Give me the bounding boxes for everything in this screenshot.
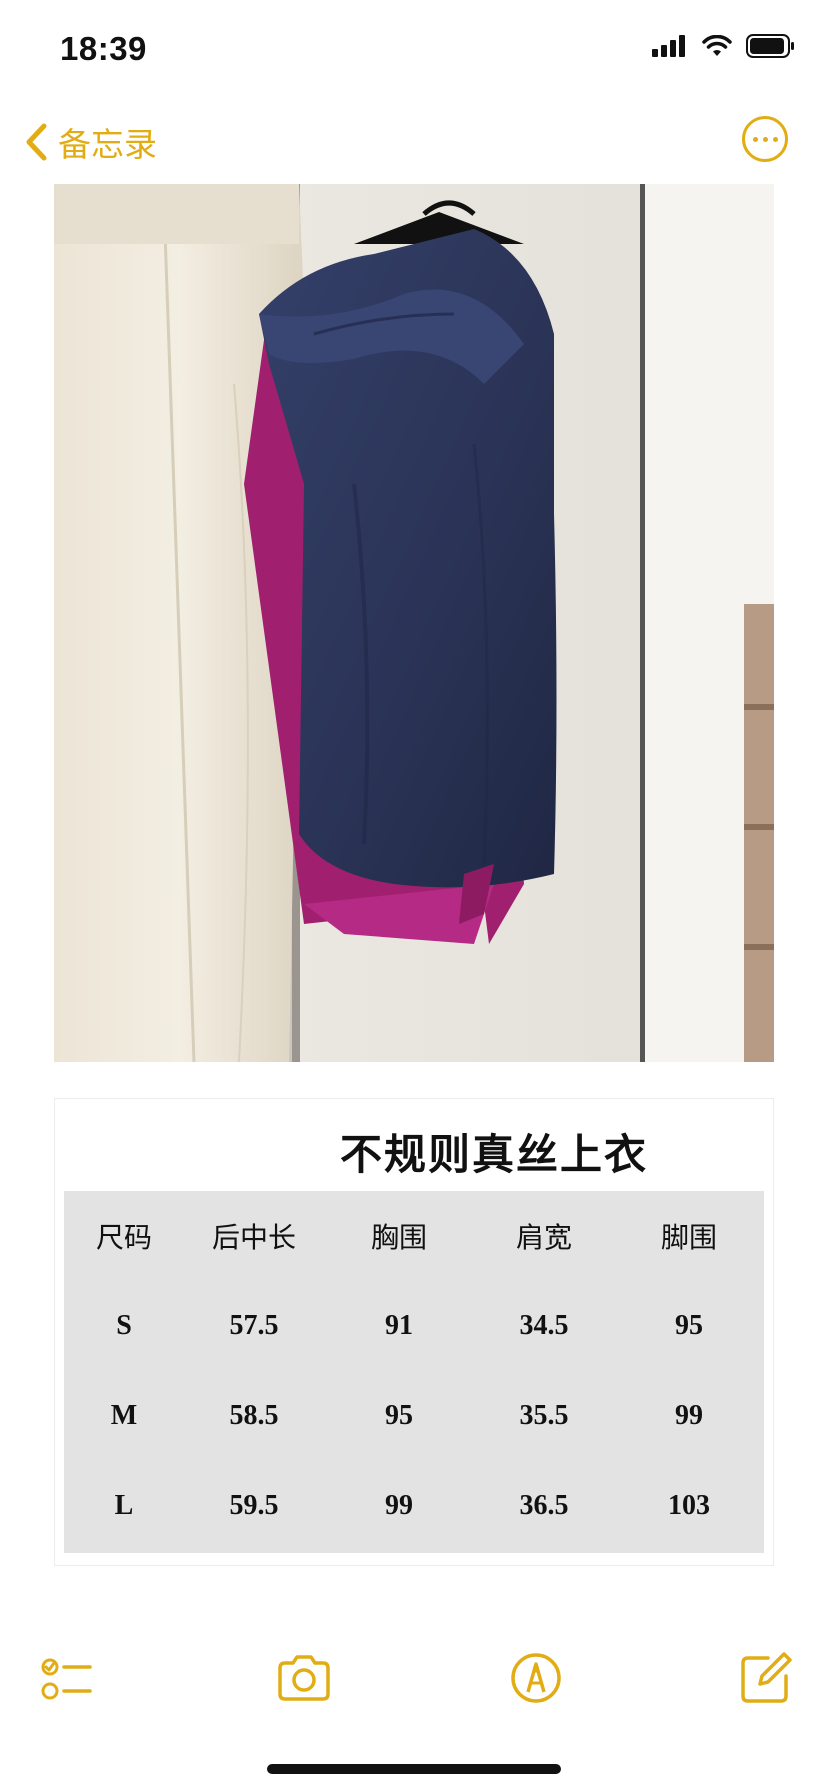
cell-shoulder: 35.5 (519, 1400, 569, 1431)
header-shoulder: 肩宽 (515, 1221, 572, 1254)
ellipsis-dot (762, 136, 768, 142)
pen-circle-icon (511, 1653, 561, 1703)
table-row: L 59.5 99 36.5 103 (64, 1461, 764, 1551)
compose-button[interactable] (738, 1650, 794, 1706)
camera-icon (278, 1655, 330, 1701)
table-header-row: 尺码 后中长 胸围 肩宽 脚围 (64, 1191, 764, 1281)
checklist-icon (41, 1658, 92, 1700)
silk-top-photo (54, 184, 774, 1062)
cell-bust: 95 (385, 1400, 413, 1431)
cell-hem: 95 (675, 1310, 703, 1341)
cell-size: S (116, 1310, 132, 1341)
status-time: 18:39 (60, 30, 147, 67)
battery-icon (746, 34, 794, 58)
cell-size: L (114, 1490, 134, 1521)
cell-bust: 99 (385, 1490, 413, 1521)
chevron-left-icon (26, 123, 47, 161)
product-photo (54, 184, 774, 1062)
markup-button[interactable] (508, 1650, 564, 1706)
cellular-signal-icon (652, 35, 685, 57)
status-icons (652, 34, 796, 58)
checklist-button[interactable] (40, 1650, 96, 1706)
cell-back-length: 59.5 (229, 1490, 279, 1521)
cell-back-length: 58.5 (229, 1400, 279, 1431)
more-button[interactable] (742, 116, 788, 162)
size-table: 尺码 后中长 胸围 肩宽 脚围 S 57.5 91 34.5 95 M 58.5… (64, 1191, 764, 1553)
wifi-icon (702, 35, 732, 56)
home-indicator[interactable] (267, 1764, 561, 1774)
header-hem: 脚围 (660, 1221, 717, 1254)
bottom-toolbar (0, 1650, 828, 1710)
ellipsis-dot (752, 136, 758, 142)
back-button[interactable]: 备忘录 (24, 118, 157, 166)
cell-hem: 103 (668, 1490, 710, 1521)
cell-bust: 91 (385, 1310, 413, 1341)
ellipsis-dot (772, 136, 778, 142)
nav-bar: 备忘录 (0, 108, 828, 172)
cell-back-length: 57.5 (229, 1310, 279, 1341)
cell-shoulder: 34.5 (519, 1310, 569, 1341)
camera-button[interactable] (276, 1650, 332, 1706)
header-back-length: 后中长 (211, 1221, 296, 1254)
cell-hem: 99 (675, 1400, 703, 1431)
status-bar: 18:39 (0, 0, 828, 100)
compose-icon (741, 1652, 792, 1703)
cell-size: M (110, 1400, 138, 1431)
size-chart-title: 不规则真丝上衣 (339, 1130, 648, 1179)
size-chart: 不规则真丝上衣 尺码 后中长 胸围 肩宽 脚围 S 57.5 91 34.5 9… (54, 1098, 774, 1566)
cell-shoulder: 36.5 (519, 1490, 569, 1521)
back-label: 备忘录 (58, 126, 157, 163)
table-row: M 58.5 95 35.5 99 (64, 1371, 764, 1461)
header-bust: 胸围 (370, 1221, 427, 1254)
header-size: 尺码 (95, 1221, 152, 1254)
table-row: S 57.5 91 34.5 95 (64, 1281, 764, 1371)
